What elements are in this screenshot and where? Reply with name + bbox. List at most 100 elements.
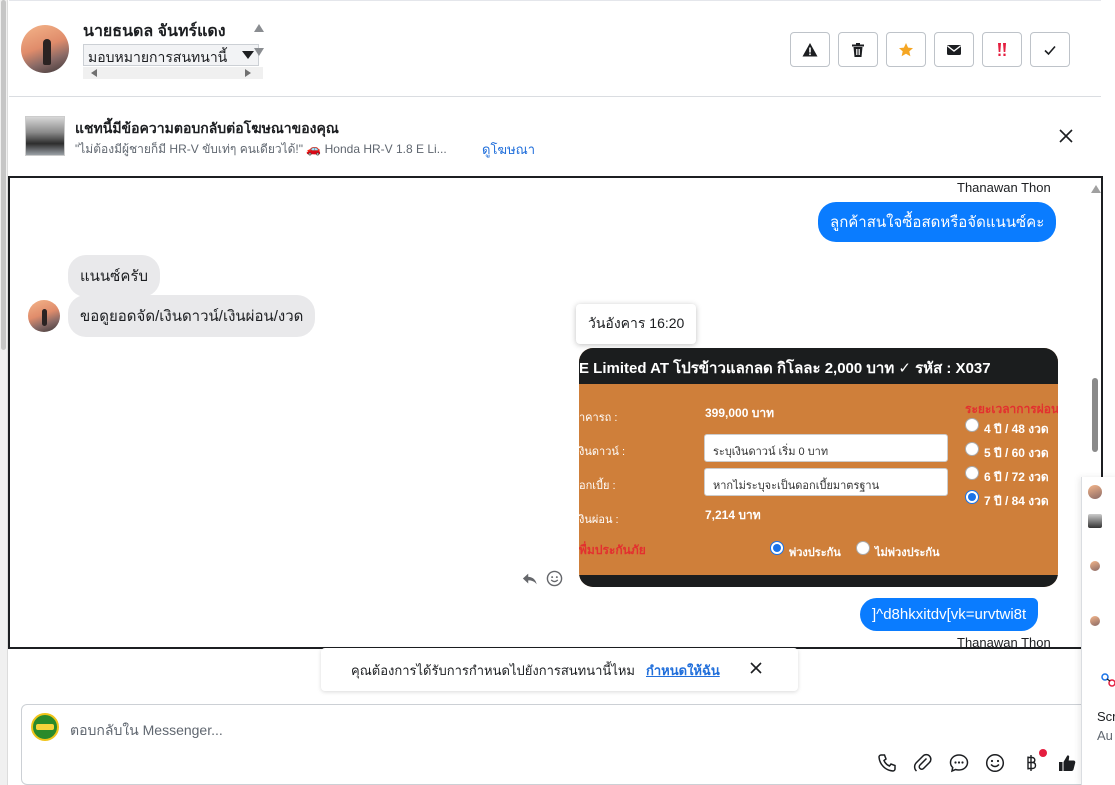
installment-label: งินผ่อน : bbox=[579, 514, 619, 526]
term-title: ระยะเวลาการผ่อน bbox=[965, 402, 1058, 416]
thread-scrollbar-thumb[interactable] bbox=[1092, 378, 1098, 452]
phone-icon bbox=[878, 754, 896, 772]
contact-avatar-small[interactable] bbox=[28, 300, 60, 332]
insurance-yes-radio bbox=[770, 541, 784, 555]
insurance-no-label: ไม่พ่วงประกัน bbox=[875, 547, 940, 559]
ad-banner-subtitle: "ไม่ต้องมีผู้ชายก็มี HR-V ขับเท่ๆ คนเดีย… bbox=[75, 142, 447, 156]
reply-composer: ตอบกลับใน Messenger... bbox=[21, 704, 1105, 785]
left-scrollbar[interactable] bbox=[0, 0, 8, 785]
contact-avatar[interactable] bbox=[21, 25, 69, 73]
panel-thumbnail bbox=[1088, 514, 1102, 528]
scroll-left-icon[interactable] bbox=[91, 69, 97, 77]
panel-avatar bbox=[1088, 485, 1102, 499]
term-option: 6 ปี / 72 งวด bbox=[984, 470, 1049, 484]
panel-list-item[interactable] bbox=[1086, 561, 1115, 579]
mark-done-button[interactable] bbox=[1030, 32, 1070, 67]
spin-up-icon[interactable] bbox=[254, 24, 264, 32]
ad-banner-title: แชทนี้มีข้อความตอบกลับต่อโฆษณาของคุณ bbox=[75, 120, 339, 136]
panel-text-2: Au bbox=[1097, 728, 1113, 743]
message-thread[interactable]: Thanawan Thon ลูกค้าสนใจซื้อสดหรือจัดแนน… bbox=[8, 176, 1103, 649]
term-radio bbox=[965, 418, 979, 432]
saved-replies-button[interactable] bbox=[949, 753, 971, 775]
assign-horizontal-scrollbar[interactable] bbox=[83, 67, 263, 79]
panel-list-item[interactable] bbox=[1086, 616, 1115, 634]
left-scrollbar-thumb[interactable] bbox=[1, 0, 6, 350]
assign-spinner[interactable] bbox=[253, 24, 265, 60]
conversation-header: นายธนดล จันทร์แดง มอบหมายการสนทนานี้ bbox=[9, 0, 1101, 97]
interest-label: อกเบี้ย : bbox=[579, 480, 616, 492]
star-icon bbox=[899, 42, 913, 56]
price-label: าคารถ : bbox=[579, 412, 618, 424]
like-button[interactable] bbox=[1057, 753, 1079, 775]
contact-name[interactable]: นายธนดล จันทร์แดง bbox=[83, 19, 226, 44]
scroll-right-icon[interactable] bbox=[245, 69, 251, 77]
delete-button[interactable] bbox=[838, 32, 878, 67]
reply-icon[interactable] bbox=[522, 571, 538, 587]
view-ad-link[interactable]: ดูโฆษณา bbox=[482, 139, 535, 160]
term-radio-selected bbox=[965, 490, 979, 504]
checkmark-icon bbox=[1044, 45, 1056, 55]
page-avatar bbox=[31, 713, 59, 741]
sender-name-top: Thanawan Thon bbox=[957, 180, 1051, 195]
messenger-inbox-window: นายธนดล จันทร์แดง มอบหมายการสนทนานี้ แชท… bbox=[0, 0, 1115, 785]
ad-thumbnail[interactable] bbox=[25, 116, 65, 156]
trash-icon bbox=[852, 42, 864, 57]
paperclip-icon bbox=[913, 753, 932, 772]
loan-card-footer bbox=[579, 575, 1058, 587]
mark-unread-button[interactable] bbox=[934, 32, 974, 67]
right-side-panel: Scr Au bbox=[1081, 477, 1115, 785]
loan-card-header: E Limited AT โปรข้าวแลกลด กิโลละ 2,000 บ… bbox=[579, 348, 1058, 384]
notification-dot bbox=[1039, 749, 1047, 757]
incoming-message[interactable]: ขอดูยอดจัด/เงินดาวน์/เงินผ่อน/งวด bbox=[68, 295, 316, 337]
interest-field: หากไม่ระบุจะเป็นดอกเบี้ยมาตรฐาน bbox=[704, 468, 948, 496]
term-option: 4 ปี / 48 งวด bbox=[984, 422, 1049, 436]
call-button[interactable] bbox=[877, 753, 899, 775]
price-value: 399,000 บาท bbox=[705, 406, 774, 420]
down-payment-label: งินดาวน์ : bbox=[579, 446, 626, 458]
term-radio bbox=[965, 442, 979, 456]
panel-list-item[interactable] bbox=[1086, 514, 1115, 532]
assign-reminder-text: คุณต้องการได้รับการกำหนดไปยังการสนทนานี้… bbox=[351, 663, 635, 678]
baht-icon bbox=[1027, 755, 1037, 771]
outgoing-message[interactable]: ]^d8hkxitdv[vk=urvtwi8t bbox=[860, 598, 1039, 631]
panel-avatar bbox=[1090, 616, 1100, 626]
thumbs-up-icon bbox=[1059, 755, 1076, 771]
attach-button[interactable] bbox=[913, 753, 935, 775]
incoming-message[interactable]: แนนซ์ครับ bbox=[68, 255, 160, 297]
loan-calculator-image[interactable]: E Limited AT โปรข้าวแลกลด กิโลละ 2,000 บ… bbox=[579, 348, 1058, 587]
term-option: 5 ปี / 60 งวด bbox=[984, 446, 1049, 460]
term-option: 7 ปี / 84 งวด bbox=[984, 494, 1049, 508]
panel-logo-icon bbox=[1101, 673, 1115, 687]
double-exclamation-icon bbox=[998, 42, 1006, 56]
assign-to-me-link[interactable]: กำหนดให้ฉัน bbox=[646, 660, 720, 681]
installment-value: 7,214 บาท bbox=[705, 508, 761, 522]
message-actions bbox=[522, 570, 566, 588]
reply-input[interactable]: ตอบกลับใน Messenger... bbox=[70, 720, 223, 742]
scroll-up-icon[interactable] bbox=[1091, 185, 1101, 193]
assign-conversation-select[interactable]: มอบหมายการสนทนานี้ bbox=[83, 44, 259, 66]
star-button[interactable] bbox=[886, 32, 926, 67]
insurance-label: พื่มประกันภัย bbox=[579, 543, 646, 557]
close-icon[interactable] bbox=[1057, 127, 1075, 145]
mark-important-button[interactable] bbox=[982, 32, 1022, 67]
envelope-icon bbox=[947, 44, 961, 55]
insurance-no-radio bbox=[856, 541, 870, 555]
panel-avatar bbox=[1090, 561, 1100, 571]
insurance-yes-label: พ่วงประกัน bbox=[789, 547, 841, 559]
sender-name-bottom: Thanawan Thon bbox=[957, 635, 1051, 649]
chat-bubble-icon bbox=[949, 754, 969, 773]
report-spam-button[interactable] bbox=[790, 32, 830, 67]
panel-text-1: Scr bbox=[1097, 709, 1115, 724]
panel-list-item[interactable] bbox=[1086, 485, 1115, 503]
react-emoji-icon[interactable] bbox=[546, 570, 563, 587]
spin-down-icon[interactable] bbox=[254, 48, 264, 56]
down-payment-field: ระบุเงินดาวน์ เริ่ม 0 บาท bbox=[704, 434, 948, 462]
close-icon[interactable] bbox=[749, 661, 763, 675]
timestamp-tooltip: วันอังคาร 16:20 bbox=[576, 304, 697, 344]
outgoing-message[interactable]: ลูกค้าสนใจซื้อสดหรือจัดแนนซ์คะ bbox=[818, 202, 1057, 242]
term-radio bbox=[965, 466, 979, 480]
warning-icon bbox=[802, 42, 818, 56]
emoji-icon bbox=[985, 753, 1005, 773]
emoji-button[interactable] bbox=[985, 753, 1007, 775]
payment-button[interactable] bbox=[1021, 753, 1043, 775]
